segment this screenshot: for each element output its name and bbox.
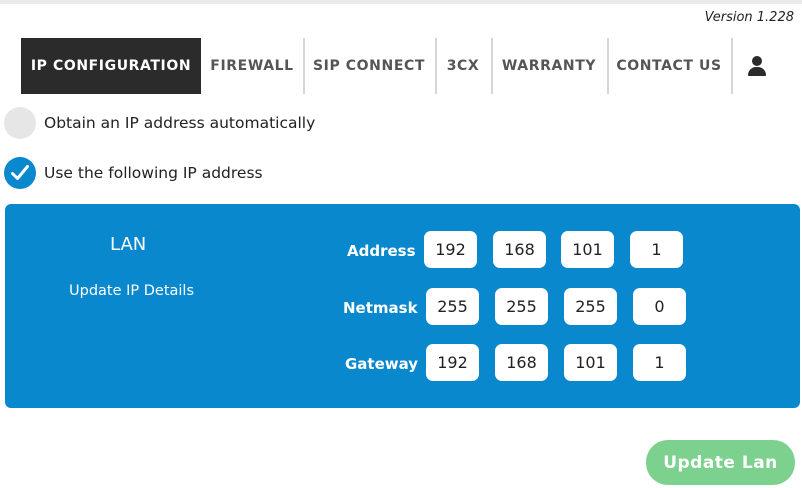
manual-ip-label: Use the following IP address: [44, 164, 263, 182]
main-nav: IP CONFIGURATION FIREWALL SIP CONNECT 3C…: [21, 38, 782, 94]
address-label: Address: [347, 242, 416, 260]
option-auto-ip: Obtain an IP address automatically: [4, 107, 315, 139]
checkmark-icon: [11, 165, 29, 180]
user-icon: [747, 56, 766, 76]
netmask-octet-4[interactable]: [633, 288, 686, 325]
tab-3cx[interactable]: 3CX: [435, 38, 491, 94]
tab-firewall[interactable]: FIREWALL: [201, 38, 303, 94]
top-border: [0, 0, 802, 4]
manual-ip-radio[interactable]: [4, 157, 36, 189]
tab-contact-us[interactable]: CONTACT US: [607, 38, 731, 94]
address-octet-2[interactable]: [493, 231, 546, 268]
option-manual-ip: Use the following IP address: [4, 157, 263, 189]
netmask-octet-3[interactable]: [564, 288, 617, 325]
lan-panel: LAN Update IP Details Address Netmask Ga…: [5, 204, 800, 408]
auto-ip-label: Obtain an IP address automatically: [44, 114, 316, 132]
auto-ip-radio[interactable]: [4, 107, 36, 139]
gateway-octet-3[interactable]: [564, 344, 617, 381]
address-octet-4[interactable]: [630, 231, 683, 268]
lan-title: LAN: [110, 234, 147, 255]
update-lan-button[interactable]: Update Lan: [646, 440, 795, 485]
gateway-octet-2[interactable]: [495, 344, 548, 381]
address-octet-1[interactable]: [424, 231, 477, 268]
version-label: Version 1.228: [704, 10, 794, 25]
gateway-label: Gateway: [345, 355, 419, 373]
lan-subtitle: Update IP Details: [69, 283, 195, 299]
address-octet-3[interactable]: [561, 231, 614, 268]
tab-sip-connect[interactable]: SIP CONNECT: [303, 38, 435, 94]
netmask-octet-1[interactable]: [426, 288, 479, 325]
tab-ip-configuration[interactable]: IP CONFIGURATION: [21, 38, 201, 94]
tab-warranty[interactable]: WARRANTY: [491, 38, 607, 94]
netmask-label: Netmask: [343, 299, 418, 317]
user-menu-button[interactable]: [731, 38, 782, 94]
gateway-octet-4[interactable]: [633, 344, 686, 381]
gateway-octet-1[interactable]: [426, 344, 479, 381]
netmask-octet-2[interactable]: [495, 288, 548, 325]
